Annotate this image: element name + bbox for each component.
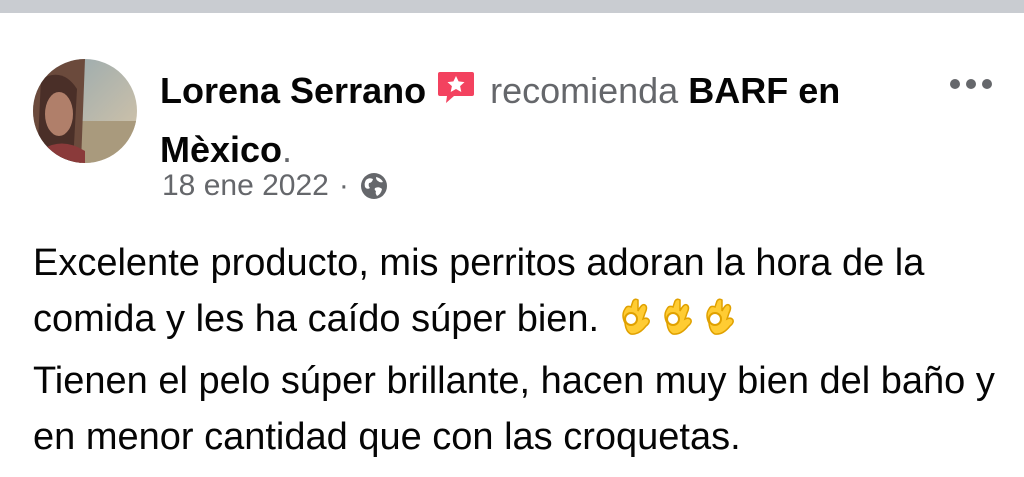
- recommendation-post: Lorena Serrano recomienda BARF en Mèxico…: [0, 13, 1024, 477]
- ok-hand-emoji-group: [617, 297, 743, 353]
- ok-hand-emoji: [622, 298, 651, 335]
- recommendation-badge-icon: [436, 66, 476, 122]
- top-divider: [0, 0, 1024, 13]
- post-text-line-2: Tienen el pelo súper brillante, hacen mu…: [33, 360, 995, 458]
- post-body: Excelente producto, mis perritos adoran …: [33, 235, 1003, 465]
- author-name[interactable]: Lorena Serrano: [160, 70, 426, 111]
- ok-hand-emoji: [706, 298, 735, 335]
- ok-hand-emoji: [664, 298, 693, 335]
- more-options-button[interactable]: [948, 73, 994, 95]
- post-timestamp[interactable]: 18 ene 2022: [162, 169, 329, 203]
- globe-icon[interactable]: [359, 171, 389, 201]
- meta-separator: ·: [338, 169, 349, 202]
- avatar[interactable]: [33, 59, 137, 163]
- recommends-verb: recomienda: [490, 70, 679, 111]
- post-text-line-1: Excelente producto, mis perritos adoran …: [33, 242, 925, 340]
- post-headline: Lorena Serrano recomienda BARF en Mèxico…: [160, 63, 920, 178]
- more-options-icon: [950, 79, 992, 89]
- post-meta: 18 ene 2022 ·: [162, 169, 389, 203]
- headline-period: .: [282, 129, 293, 170]
